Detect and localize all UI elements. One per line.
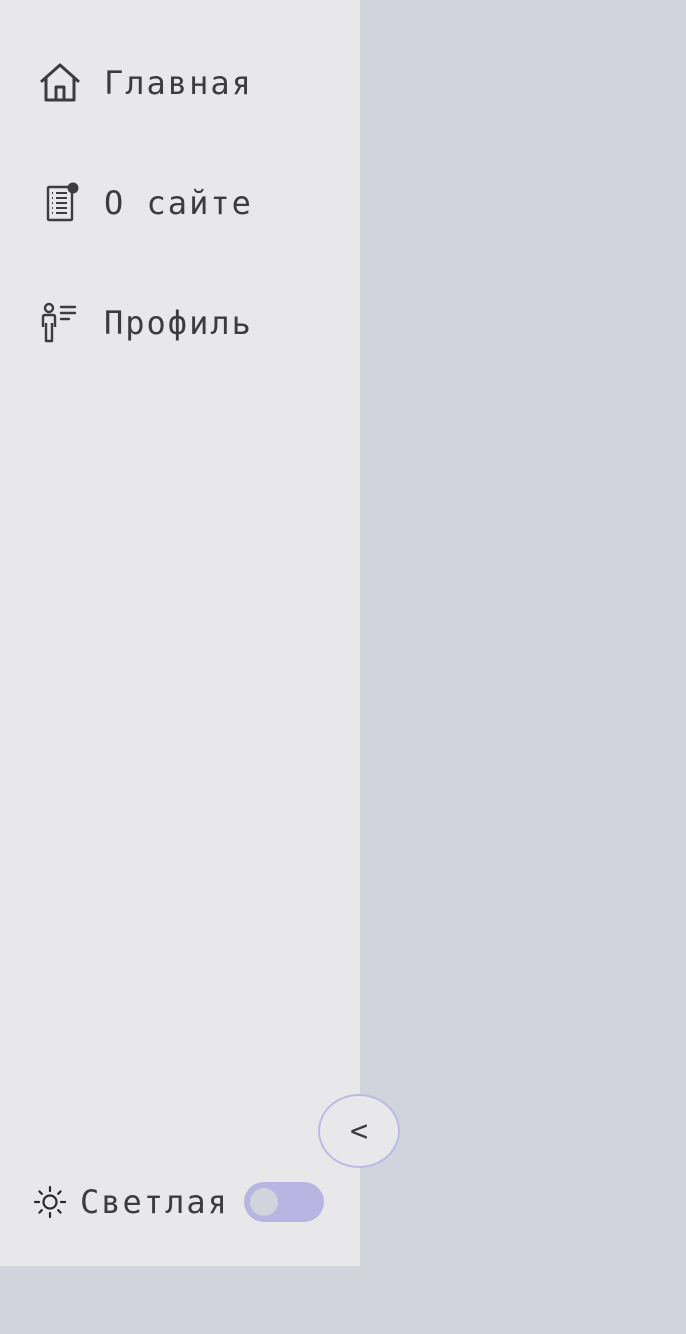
sidebar-item-profile[interactable]: Профиль [36,299,316,347]
theme-switcher: Светлая [32,1176,332,1228]
document-icon [36,179,84,227]
sidebar-item-label: Главная [104,64,253,102]
sidebar-item-about[interactable]: О сайте [36,179,316,227]
sidebar-item-home[interactable]: Главная [36,59,316,107]
theme-toggle[interactable] [244,1182,324,1222]
toggle-knob [250,1188,278,1216]
sidebar-item-label: Профиль [104,304,253,342]
profile-list-icon [36,299,84,347]
sidebar: Главная О сайте Профиль Светлая [0,0,360,1266]
collapse-sidebar-button[interactable]: < [318,1094,400,1168]
sidebar-item-label: О сайте [104,184,253,222]
app-root: Главная О сайте Профиль Светлая < [0,0,686,1334]
theme-label: Светлая [80,1183,229,1221]
sun-icon [32,1184,68,1220]
home-icon [36,59,84,107]
